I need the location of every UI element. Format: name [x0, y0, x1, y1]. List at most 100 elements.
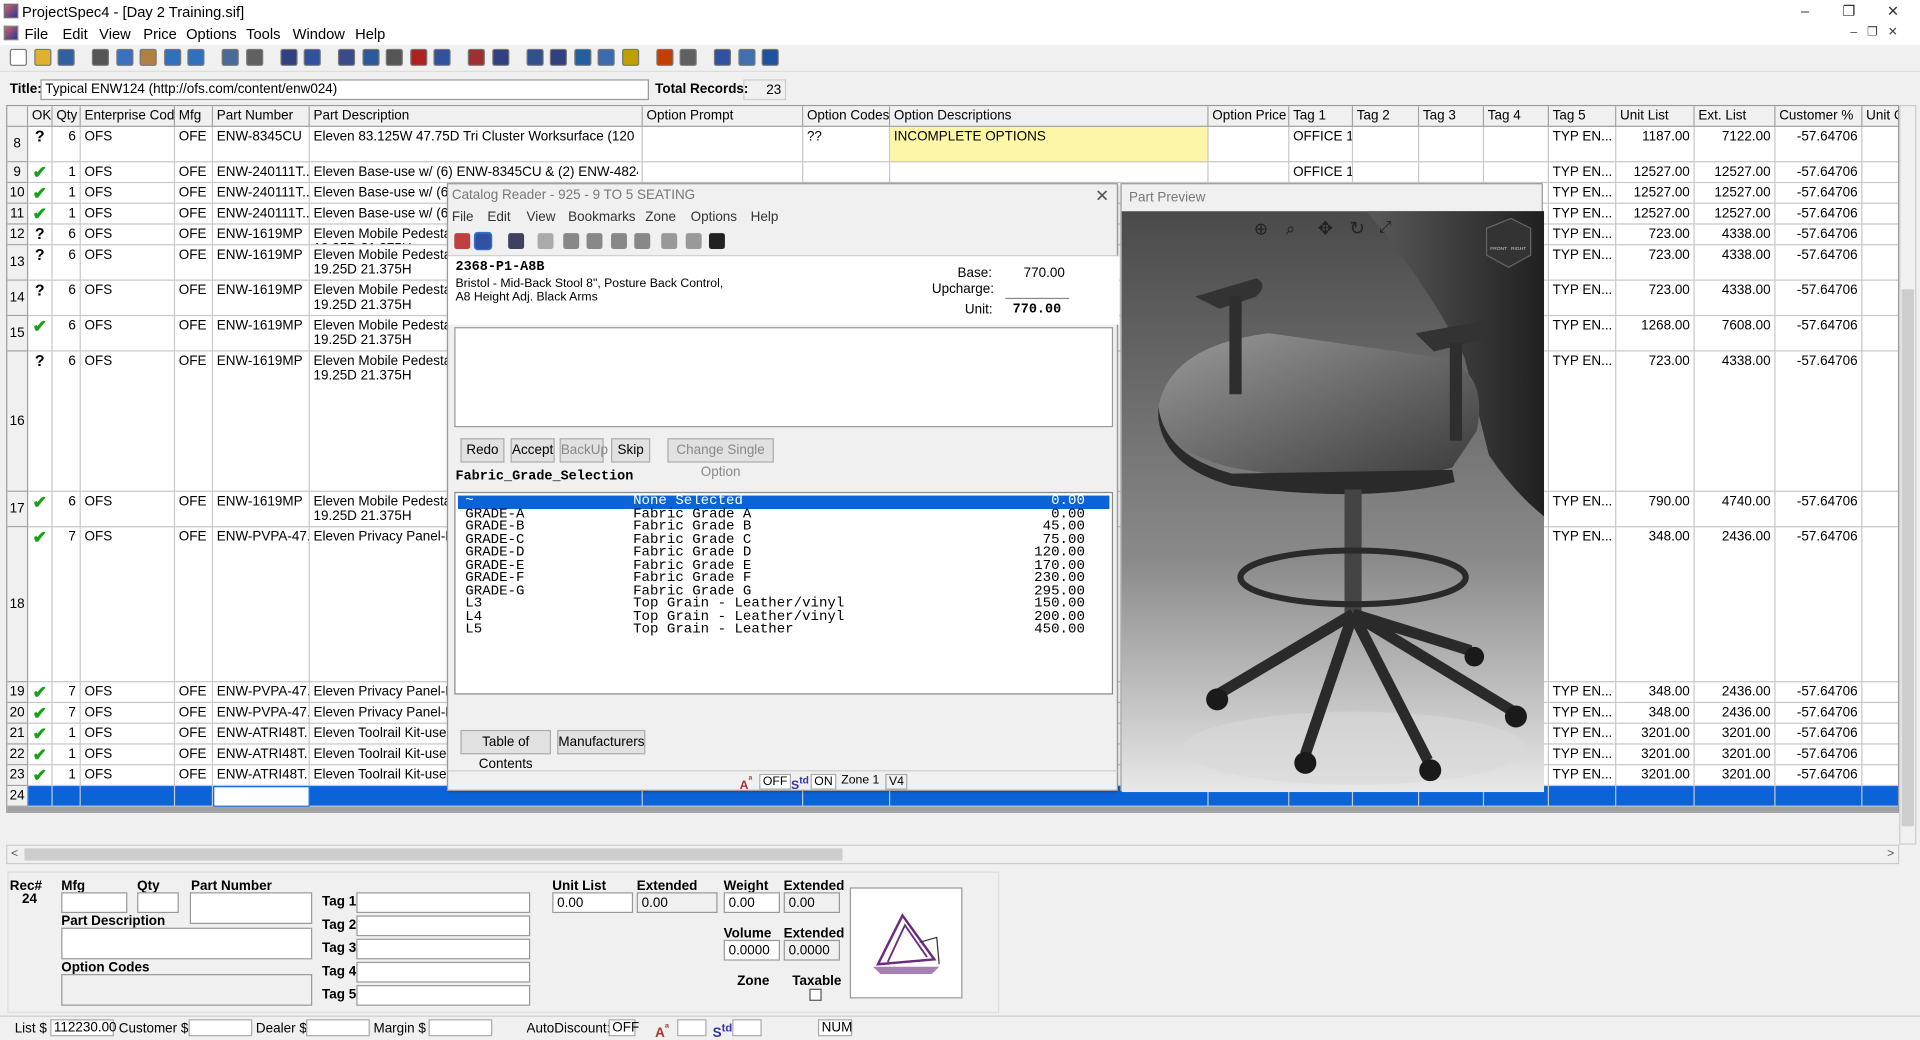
question-icon[interactable]: ?	[28, 351, 53, 492]
tag-input[interactable]	[356, 892, 531, 914]
unit-cell[interactable]: 1268.00	[1616, 316, 1695, 352]
undo-icon[interactable]	[163, 48, 181, 66]
part-cell[interactable]: ENW-240111T...	[213, 203, 310, 225]
find-icon[interactable]	[221, 48, 239, 66]
column-header[interactable]: Ext. List	[1694, 106, 1776, 127]
cust-cell[interactable]	[1775, 786, 1863, 807]
mfg-cell[interactable]: OFE	[175, 162, 214, 184]
ext-cell[interactable]: 3201.00	[1694, 765, 1776, 787]
picture-icon[interactable]	[537, 233, 554, 250]
row-header[interactable]: 12	[7, 224, 29, 246]
mfg-cell[interactable]: OFE	[175, 491, 214, 528]
column-header[interactable]: Tag 2	[1353, 106, 1420, 127]
check-icon[interactable]: ✔	[28, 527, 53, 683]
question-icon[interactable]: ?	[28, 126, 53, 163]
unit-cell[interactable]: 348.00	[1616, 682, 1695, 704]
option-codes-input[interactable]	[61, 974, 313, 1006]
qty-cell[interactable]: 1	[52, 723, 81, 745]
ucus-cell[interactable]	[1862, 225, 1898, 246]
cust-cell[interactable]: -57.64706	[1775, 126, 1863, 163]
menu-options[interactable]: Options	[186, 26, 237, 43]
ent-cell[interactable]: OFS	[80, 316, 176, 352]
ent-cell[interactable]: OFS	[80, 491, 176, 528]
part-description-cell[interactable]: Eleven 83.125W 47.75D Tri Cluster Worksu…	[309, 126, 643, 163]
ent-cell[interactable]: OFS	[80, 162, 176, 184]
ext-cell[interactable]: 4338.00	[1694, 224, 1776, 246]
codes-cell[interactable]: ??	[803, 126, 891, 163]
book-icon[interactable]	[361, 48, 379, 66]
ent-cell[interactable]: OFS	[80, 280, 176, 317]
scroll-left-icon[interactable]: <	[11, 847, 18, 860]
part-cell[interactable]: ENW-PVPA-47...	[213, 527, 310, 683]
tag5-cell[interactable]: TYP EN...	[1548, 765, 1617, 787]
ent-cell[interactable]	[80, 786, 176, 807]
ent-cell[interactable]: OFS	[80, 245, 176, 281]
check-icon[interactable]: ✔	[28, 703, 53, 724]
codes-cell[interactable]	[803, 162, 891, 184]
cust-cell[interactable]: -57.64706	[1775, 351, 1863, 492]
cust-cell[interactable]: -57.64706	[1775, 162, 1863, 184]
cust-cell[interactable]: -57.64706	[1775, 280, 1863, 317]
auto-status[interactable]: OFF	[759, 773, 792, 790]
option-row[interactable]: GRADE-A Fabric Grade A 0.00	[458, 507, 1109, 521]
optprice-cell[interactable]	[1208, 126, 1290, 163]
row-header[interactable]: 22	[7, 744, 29, 766]
column-header[interactable]: Tag 3	[1419, 106, 1485, 127]
catalog-icon[interactable]	[549, 48, 567, 66]
catalog-menu-bookmarks[interactable]: Bookmarks	[568, 210, 635, 225]
menu-view[interactable]: View	[99, 26, 131, 43]
option-row[interactable]: GRADE-F Fabric Grade F 230.00	[458, 571, 1109, 585]
row-header[interactable]: 11	[7, 203, 29, 225]
flag-icon[interactable]	[621, 48, 639, 66]
vertical-scrollbar[interactable]	[1899, 104, 1917, 845]
cust-cell[interactable]: -57.64706	[1775, 682, 1863, 704]
cust-cell[interactable]: -57.64706	[1775, 491, 1863, 528]
cust-cell[interactable]: -57.64706	[1775, 245, 1863, 281]
menu-help[interactable]: Help	[355, 26, 385, 43]
mfg-cell[interactable]	[175, 786, 214, 807]
zoom-icon[interactable]: ⌕	[1286, 218, 1296, 239]
edit-icon[interactable]	[525, 48, 544, 66]
qty-cell[interactable]: 6	[52, 126, 81, 163]
row-header[interactable]: 21	[7, 723, 29, 745]
question-icon[interactable]: ?	[28, 280, 53, 317]
vscroll-thumb[interactable]	[1901, 289, 1914, 827]
column-header[interactable]: Option Prompt	[642, 106, 804, 127]
tag5-cell[interactable]: TYP EN...	[1548, 351, 1617, 492]
ent-cell[interactable]: OFS	[80, 224, 176, 246]
part-cell[interactable]: ENW-8345CU	[213, 126, 310, 163]
row-header[interactable]: 13	[7, 245, 29, 281]
ucus-cell[interactable]	[1862, 204, 1898, 225]
part-cell[interactable]: ENW-PVPA-47...	[213, 682, 310, 704]
check-icon[interactable]: ✔	[28, 744, 53, 766]
option-row[interactable]: L5 Top Grain - Leather 450.00	[458, 623, 1109, 637]
ent-cell[interactable]: OFS	[80, 765, 176, 787]
unit-cell[interactable]	[1616, 786, 1695, 807]
unit-cell[interactable]: 723.00	[1616, 224, 1695, 246]
tag5-cell[interactable]: TYP EN...	[1548, 682, 1617, 704]
qty-cell[interactable]: 7	[52, 703, 81, 724]
tag5-cell[interactable]: TYP EN...	[1548, 183, 1617, 204]
column-header[interactable]: Tag 1	[1289, 106, 1354, 127]
title-input[interactable]: Typical ENW124 (http://ofs.com/content/e…	[40, 79, 649, 101]
ent-cell[interactable]: OFS	[80, 351, 176, 492]
part-cell[interactable]: ENW-240111T...	[213, 183, 310, 204]
qty-cell[interactable]	[52, 786, 81, 807]
back-icon[interactable]	[563, 233, 580, 250]
part-description-input[interactable]	[61, 927, 313, 960]
tag5-cell[interactable]: TYP EN...	[1548, 316, 1617, 352]
row-header[interactable]: 15	[7, 316, 29, 352]
mfg-cell[interactable]: OFE	[175, 126, 214, 163]
part-cell[interactable]: ENW-ATRI48T...	[213, 744, 310, 766]
tag5-cell[interactable]: TYP EN...	[1548, 491, 1617, 528]
ext-cell[interactable]: 12527.00	[1694, 183, 1776, 204]
skip-button[interactable]: Skip	[611, 438, 651, 463]
catalog-menu-options[interactable]: Options	[691, 210, 737, 225]
ucus-cell[interactable]	[1862, 316, 1898, 352]
eraser-icon[interactable]	[279, 48, 297, 66]
ent-cell[interactable]: OFS	[80, 723, 176, 745]
qty-cell[interactable]: 1	[52, 765, 81, 787]
tag5-cell[interactable]: TYP EN...	[1548, 744, 1617, 766]
tag5-cell[interactable]: TYP EN...	[1548, 723, 1617, 745]
ucus-cell[interactable]	[1862, 281, 1898, 317]
